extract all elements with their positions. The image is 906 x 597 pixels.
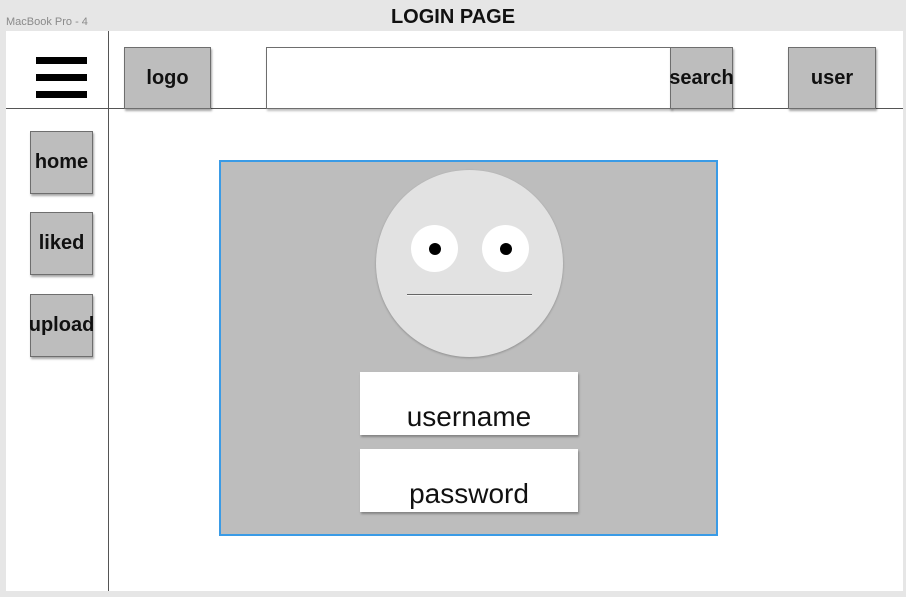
- search-input[interactable]: [267, 48, 671, 108]
- neutral-face-avatar-icon: [376, 170, 563, 357]
- search-field[interactable]: [266, 47, 672, 109]
- sidebar-item-label: home: [34, 151, 89, 173]
- sidebar-item-liked[interactable]: liked: [30, 212, 93, 275]
- login-panel: [219, 160, 718, 536]
- right-pupil: [500, 243, 512, 255]
- wireframe-canvas: logo search user home liked upload: [6, 31, 903, 591]
- sidebar-item-upload[interactable]: upload: [28, 294, 95, 357]
- logo-button[interactable]: logo: [124, 47, 211, 109]
- search-button-label: search: [669, 66, 734, 89]
- sidebar-item-label: upload: [28, 314, 95, 336]
- user-button[interactable]: user: [788, 47, 876, 109]
- sidebar-item-label: liked: [38, 232, 85, 254]
- mouth-line: [407, 294, 532, 295]
- left-pupil: [429, 243, 441, 255]
- sidebar-divider: [108, 31, 109, 591]
- username-input[interactable]: [360, 401, 578, 433]
- page-title: LOGIN PAGE: [390, 6, 516, 28]
- username-field[interactable]: [360, 372, 578, 435]
- sidebar-item-home[interactable]: home: [30, 131, 93, 194]
- password-field[interactable]: [360, 449, 578, 512]
- user-label: user: [810, 66, 854, 89]
- password-input[interactable]: [360, 478, 578, 510]
- right-eye-icon: [482, 225, 529, 272]
- hamburger-menu-icon[interactable]: [36, 57, 87, 99]
- left-eye-icon: [411, 225, 458, 272]
- search-button[interactable]: search: [669, 47, 734, 109]
- logo-label: logo: [146, 66, 189, 89]
